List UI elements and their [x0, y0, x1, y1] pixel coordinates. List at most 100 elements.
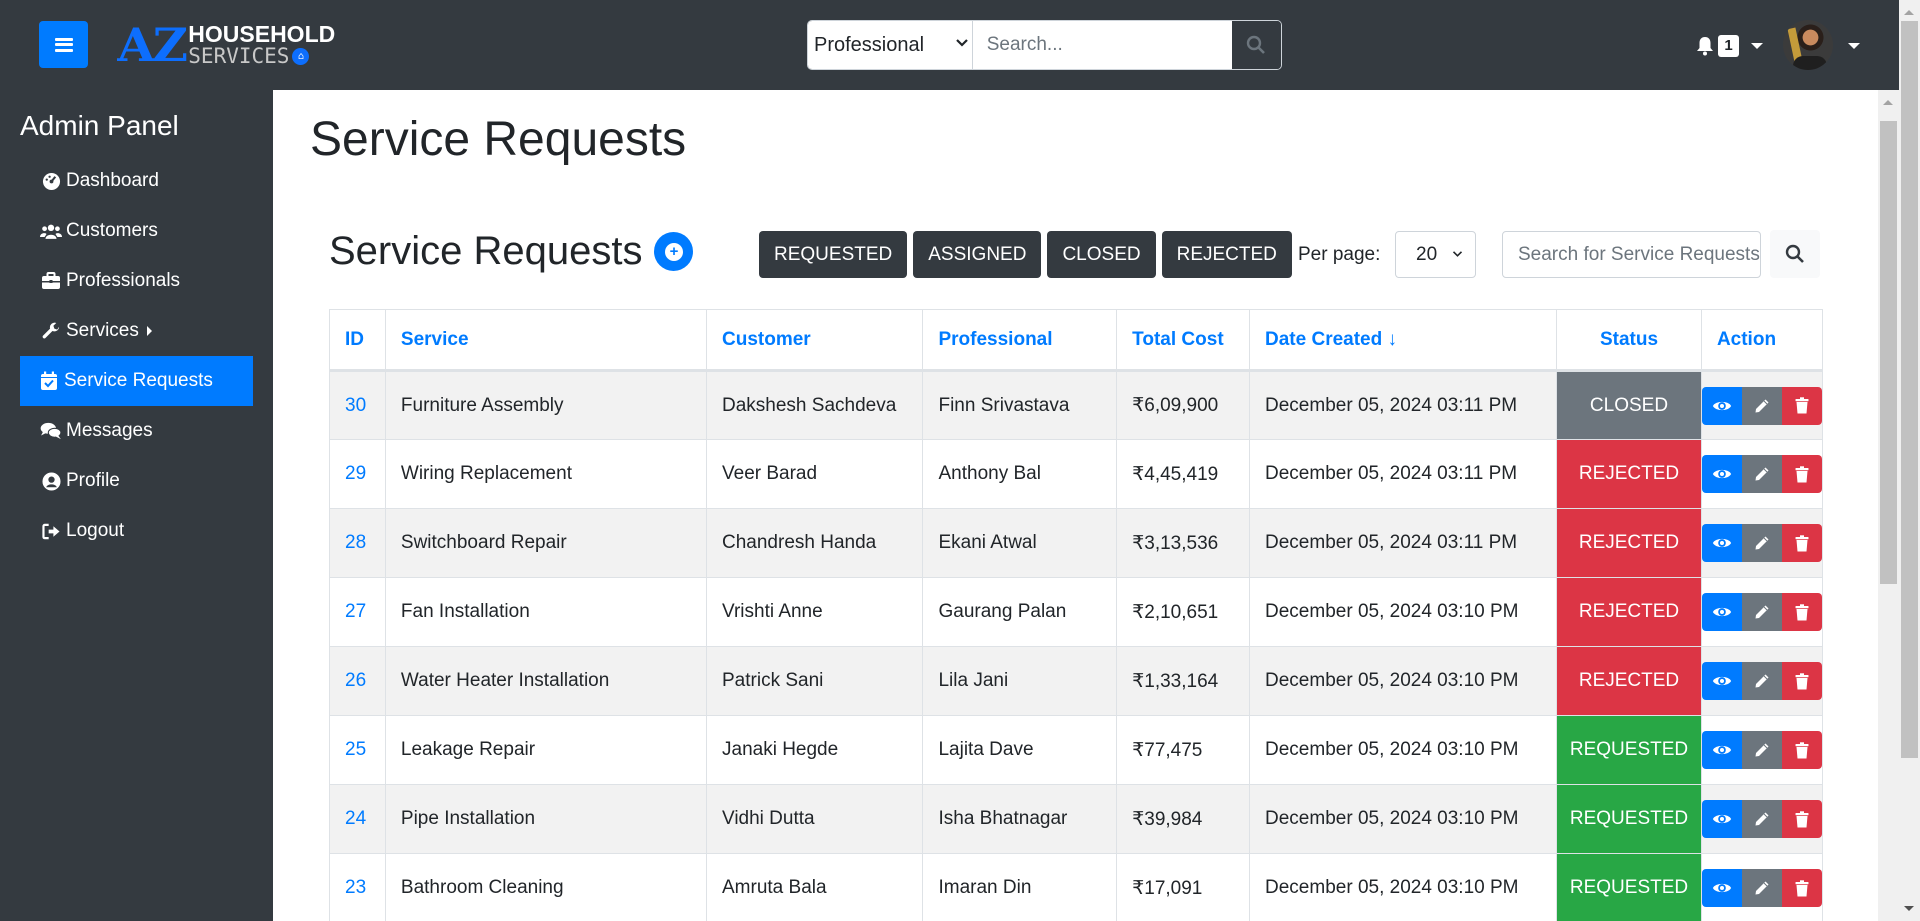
per-page-select[interactable]: 20	[1395, 231, 1476, 278]
edit-button[interactable]	[1741, 869, 1782, 907]
global-search: Professional	[807, 20, 1282, 70]
edit-button[interactable]	[1741, 731, 1782, 769]
global-search-button[interactable]	[1231, 21, 1281, 69]
delete-button[interactable]	[1781, 593, 1822, 631]
sidebar-item-label: Messages	[66, 420, 153, 441]
page-scrollbar-thumb[interactable]	[1901, 21, 1918, 758]
request-id-link[interactable]: 23	[345, 877, 366, 898]
table-row: 28 Switchboard Repair Chandresh Handa Ekani…	[329, 508, 1824, 578]
request-id-link[interactable]: 29	[345, 463, 366, 484]
delete-button[interactable]	[1781, 386, 1822, 425]
brand-logo[interactable]: AZ HOUSEHOLD SERVICES ⌂	[117, 20, 335, 70]
search-category-select[interactable]: Professional	[808, 21, 973, 69]
filter-requested-button[interactable]: REQUESTED	[759, 231, 908, 278]
delete-button[interactable]	[1781, 455, 1822, 493]
status-badge: REJECTED	[1556, 439, 1702, 509]
cell-id: 28	[329, 508, 386, 578]
filter-assigned-button[interactable]: ASSIGNED	[913, 231, 1042, 278]
sidebar-item-dashboard[interactable]: Dashboard	[20, 156, 253, 206]
request-id-link[interactable]: 25	[345, 739, 366, 760]
view-button[interactable]	[1701, 455, 1742, 493]
column-header-service[interactable]: Service	[384, 309, 708, 372]
column-header-date-created[interactable]: Date Created ↓	[1249, 309, 1558, 372]
table-row: 29 Wiring Replacement Veer Barad Anthony Ba…	[329, 439, 1824, 509]
cell-professional: Imaran Din	[922, 853, 1118, 921]
eye-icon	[1712, 811, 1732, 827]
sidebar-item-customers[interactable]: Customers	[20, 206, 253, 256]
sidebar-item-profile[interactable]: Profile	[20, 456, 253, 506]
cell-service: Bathroom Cleaning	[384, 853, 708, 921]
view-button[interactable]	[1701, 524, 1742, 562]
cell-actions	[1700, 784, 1824, 854]
column-header-professional[interactable]: Professional	[922, 309, 1118, 372]
edit-button[interactable]	[1741, 662, 1782, 700]
sidebar-item-services[interactable]: Services	[20, 306, 253, 356]
scroll-down-arrow-icon[interactable]	[1904, 906, 1914, 911]
request-id-link[interactable]: 30	[345, 395, 366, 416]
delete-button[interactable]	[1781, 524, 1822, 562]
sidebar-item-professionals[interactable]: Professionals	[20, 256, 253, 306]
search-category-value: Professional	[814, 33, 925, 56]
delete-button[interactable]	[1781, 662, 1822, 700]
column-header-id[interactable]: ID	[329, 309, 386, 372]
cell-date-created: December 05, 2024 03:10 PM	[1249, 853, 1558, 921]
request-id-link[interactable]: 24	[345, 808, 366, 829]
column-header-total-cost[interactable]: Total Cost	[1116, 309, 1251, 372]
cell-total-cost: ₹2,10,651	[1116, 577, 1251, 647]
view-button[interactable]	[1701, 386, 1742, 425]
sidebar-item-messages[interactable]: Messages	[20, 406, 253, 456]
chevron-down-icon	[1452, 247, 1463, 261]
view-button[interactable]	[1701, 800, 1742, 838]
content-scrollbar-thumb[interactable]	[1880, 121, 1897, 584]
add-service-request-button[interactable]: +	[654, 232, 694, 271]
scroll-up-arrow-icon[interactable]	[1883, 100, 1893, 105]
cell-actions	[1700, 577, 1824, 647]
view-button[interactable]	[1701, 731, 1742, 769]
user-avatar[interactable]	[1783, 20, 1833, 70]
global-search-input[interactable]	[972, 21, 1232, 69]
sidebar-item-service-requests[interactable]: Service Requests	[20, 356, 253, 406]
edit-button[interactable]	[1741, 455, 1782, 493]
view-button[interactable]	[1701, 662, 1742, 700]
request-id-link[interactable]: 26	[345, 670, 366, 691]
cell-date-created: December 05, 2024 03:10 PM	[1249, 577, 1558, 647]
user-menu-caret[interactable]	[1848, 43, 1860, 49]
cell-id: 29	[329, 439, 386, 509]
delete-button[interactable]	[1781, 731, 1822, 769]
column-header-status[interactable]: Status	[1556, 309, 1702, 372]
sidebar-item-logout[interactable]: Logout	[20, 506, 253, 556]
request-id-link[interactable]: 28	[345, 532, 366, 553]
pencil-icon	[1754, 742, 1770, 758]
content-scrollbar[interactable]	[1878, 90, 1899, 921]
cell-service: Furniture Assembly	[384, 370, 708, 440]
edit-button[interactable]	[1741, 800, 1782, 838]
edit-button[interactable]	[1741, 524, 1782, 562]
service-request-search-input[interactable]	[1502, 231, 1761, 278]
filter-rejected-button[interactable]: REJECTED	[1161, 231, 1292, 278]
service-request-search-button[interactable]	[1770, 230, 1820, 278]
sidebar-toggle-button[interactable]	[39, 21, 88, 68]
view-button[interactable]	[1701, 869, 1742, 907]
cell-service: Water Heater Installation	[384, 646, 708, 716]
request-id-link[interactable]: 27	[345, 601, 366, 622]
page-scrollbar[interactable]	[1899, 0, 1920, 921]
edit-button[interactable]	[1741, 593, 1782, 631]
edit-button[interactable]	[1741, 386, 1782, 425]
status-filters: REQUESTED ASSIGNED CLOSED REJECTED	[759, 231, 1292, 278]
notifications-button[interactable]: 1	[1696, 35, 1739, 57]
filter-closed-button[interactable]: CLOSED	[1047, 231, 1156, 278]
trash-icon	[1795, 397, 1809, 414]
per-page-value: 20	[1416, 243, 1438, 265]
column-header-customer[interactable]: Customer	[705, 309, 924, 372]
notifications-dropdown-caret[interactable]	[1751, 43, 1763, 49]
scroll-up-arrow-icon[interactable]	[1904, 10, 1914, 15]
view-button[interactable]	[1701, 593, 1742, 631]
cell-professional: Finn Srivastava	[922, 370, 1118, 440]
cell-actions	[1700, 370, 1824, 440]
cell-service: Leakage Repair	[384, 715, 708, 785]
status-badge: REJECTED	[1556, 646, 1702, 716]
delete-button[interactable]	[1781, 869, 1822, 907]
chevron-down-icon	[955, 35, 968, 51]
cell-professional: Anthony Bal	[922, 439, 1118, 509]
delete-button[interactable]	[1781, 800, 1822, 838]
